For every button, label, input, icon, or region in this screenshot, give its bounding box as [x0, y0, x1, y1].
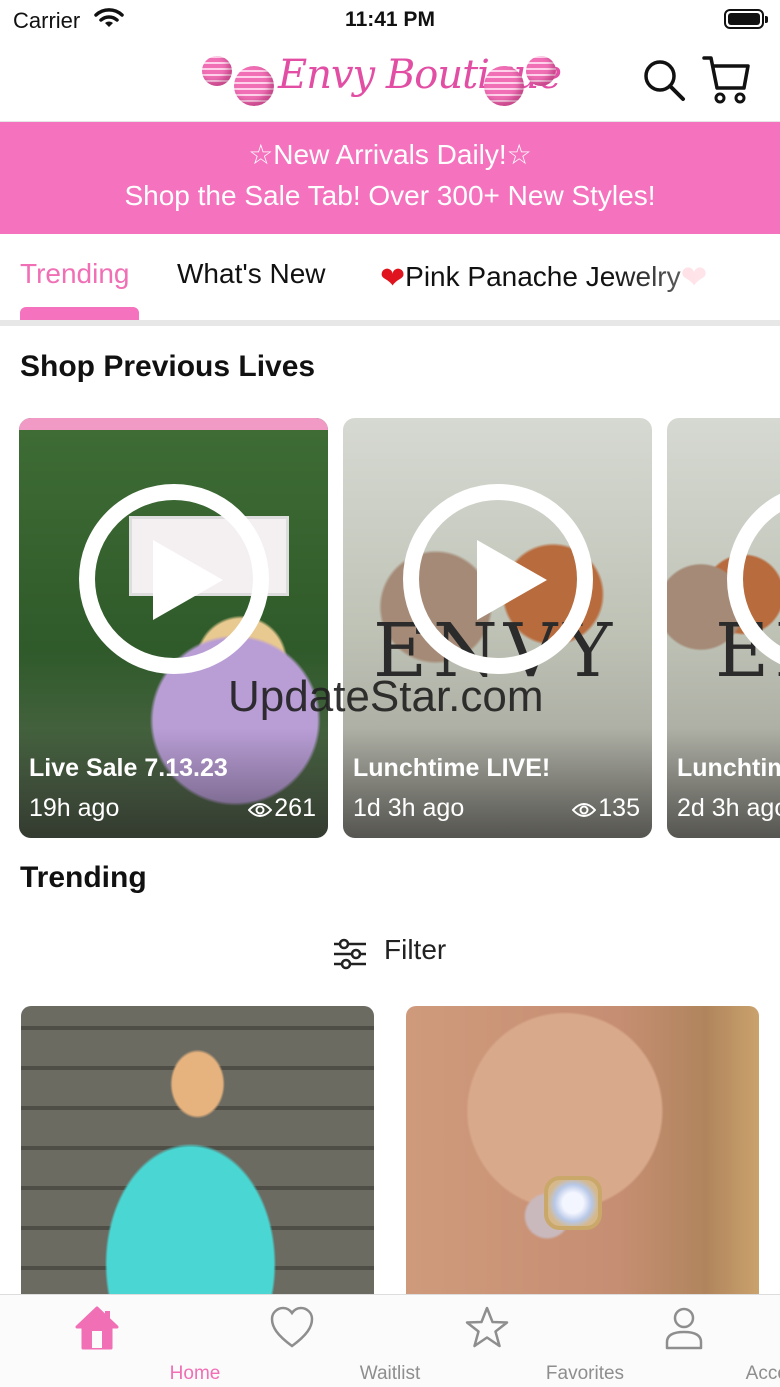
nav-label: Account — [745, 1363, 780, 1384]
live-title: Lunchtime LIVE! — [677, 754, 780, 782]
search-icon[interactable] — [642, 58, 686, 102]
card-strip — [19, 418, 328, 430]
star-icon — [465, 1306, 509, 1348]
disco-ball-icon — [202, 56, 232, 86]
live-time: 1d 3h ago — [353, 794, 465, 822]
live-title: Live Sale 7.13.23 — [29, 754, 228, 782]
disco-ball-icon — [484, 66, 524, 106]
promo-banner[interactable]: ☆New Arrivals Daily!☆ Shop the Sale Tab!… — [0, 122, 780, 234]
boutique-logo[interactable]: Envy Boutique — [200, 44, 564, 114]
status-time: 11:41 PM — [345, 8, 435, 31]
tabs-fade — [610, 234, 780, 314]
cart-icon[interactable] — [702, 54, 750, 106]
play-icon[interactable] — [79, 484, 269, 674]
product-card[interactable] — [21, 1006, 374, 1306]
promo-line-1: ☆New Arrivals Daily!☆ — [248, 139, 532, 170]
live-card[interactable]: ENVY Lunchtime LIVE! 1d 3h ago 135 — [343, 418, 652, 838]
previous-lives-title: Shop Previous Lives — [20, 350, 316, 383]
live-title: Lunchtime LIVE! — [353, 754, 551, 782]
tab-whats-new[interactable]: What's New — [177, 258, 326, 290]
eye-icon — [248, 803, 273, 817]
filter-button[interactable]: Filter — [330, 932, 460, 972]
bottom-nav: Home Waitlist Favorites Account — [0, 1294, 780, 1387]
live-views: 135 — [572, 794, 640, 823]
disco-ball-icon — [234, 66, 274, 106]
live-views-count: 135 — [598, 794, 640, 822]
earring-image — [544, 1176, 602, 1230]
trending-title: Trending — [20, 861, 147, 894]
disco-ball-icon — [526, 56, 556, 86]
battery-icon — [724, 9, 768, 29]
home-icon — [75, 1306, 119, 1350]
nav-waitlist[interactable]: Waitlist — [195, 1295, 420, 1387]
nav-favorites[interactable]: Favorites — [390, 1295, 624, 1387]
eye-icon — [572, 803, 597, 817]
red-heart-icon: ❤ — [380, 262, 406, 295]
filter-sliders-icon — [334, 938, 366, 970]
status-bar: Carrier 11:41 PM — [0, 0, 780, 40]
play-icon[interactable] — [403, 484, 593, 674]
person-icon — [665, 1307, 703, 1350]
live-card[interactable]: Live Sale 7.13.23 19h ago 261 — [19, 418, 328, 838]
live-views: 261 — [248, 794, 316, 823]
live-time: 19h ago — [29, 794, 120, 822]
nav-home[interactable]: Home — [0, 1295, 220, 1387]
category-tabs: Trending What's New ❤Pink Panache Jewelr… — [0, 234, 780, 326]
active-tab-indicator — [20, 307, 139, 320]
nav-account[interactable]: Account — [585, 1295, 780, 1387]
watermark-text: UpdateStar.com — [228, 672, 544, 721]
heart-icon — [270, 1306, 314, 1348]
product-card[interactable] — [406, 1006, 759, 1306]
tab-trending[interactable]: Trending — [20, 258, 129, 290]
live-time: 2d 3h ago — [677, 794, 780, 822]
promo-line-2: Shop the Sale Tab! Over 300+ New Styles! — [124, 180, 656, 211]
app-header: Envy Boutique — [0, 40, 780, 122]
live-card[interactable]: EN Lunchtime LIVE! 2d 3h ago — [667, 418, 780, 838]
live-views-count: 261 — [274, 794, 316, 822]
filter-label: Filter — [384, 934, 447, 965]
